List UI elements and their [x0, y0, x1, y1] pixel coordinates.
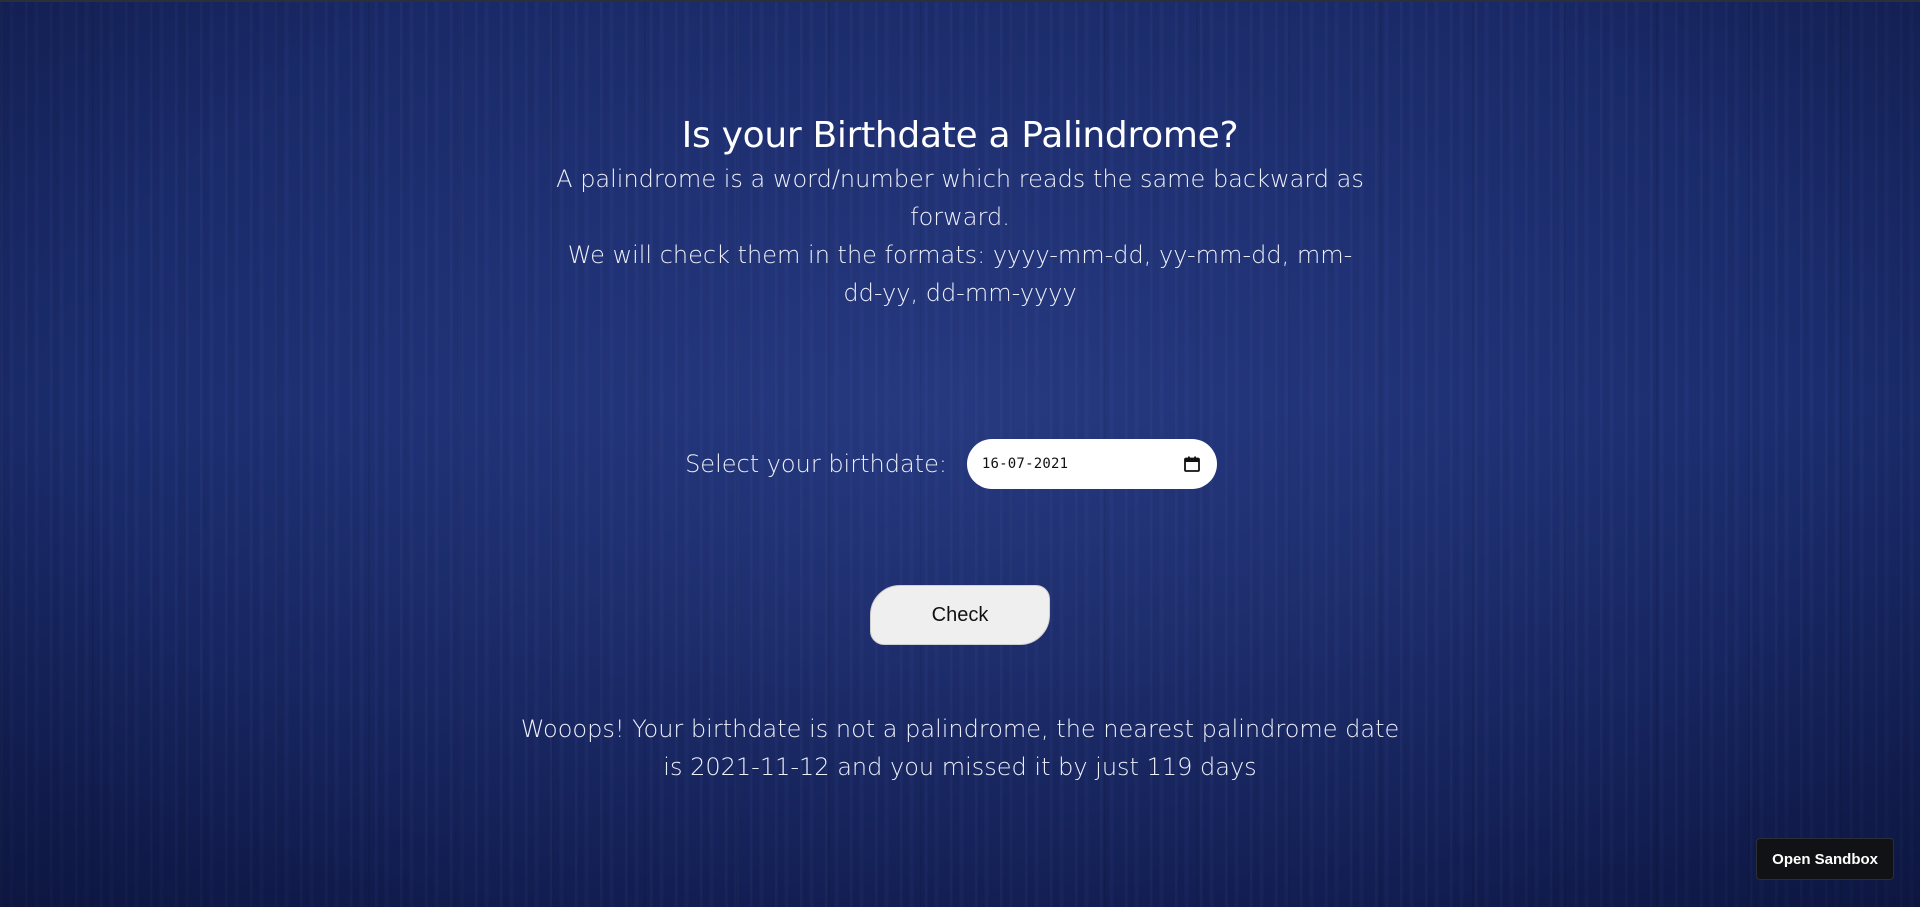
- description-definition: A palindrome is a word/number which read…: [556, 165, 1364, 231]
- birthdate-input[interactable]: 16-07-2021: [966, 439, 1217, 489]
- birthdate-form: Select your birthdate: 16-07-2021: [0, 439, 1920, 489]
- description-formats: We will check them in the formats: yyyy-…: [567, 241, 1353, 307]
- check-button[interactable]: Check: [870, 585, 1050, 645]
- page-title: Is your Birthdate a Palindrome?: [681, 115, 1239, 156]
- top-border: [0, 0, 1920, 2]
- birthdate-label: Select your birthdate:: [685, 450, 947, 478]
- result-message: Wooops! Your birthdate is not a palindro…: [520, 715, 1400, 781]
- check-button-row: Check: [0, 585, 1920, 645]
- header: Is your Birthdate a Palindrome? A palind…: [555, 112, 1365, 312]
- calendar-icon[interactable]: [1183, 455, 1201, 473]
- birthdate-value[interactable]: 16-07-2021: [982, 456, 1068, 472]
- open-sandbox-button[interactable]: Open Sandbox: [1756, 838, 1894, 880]
